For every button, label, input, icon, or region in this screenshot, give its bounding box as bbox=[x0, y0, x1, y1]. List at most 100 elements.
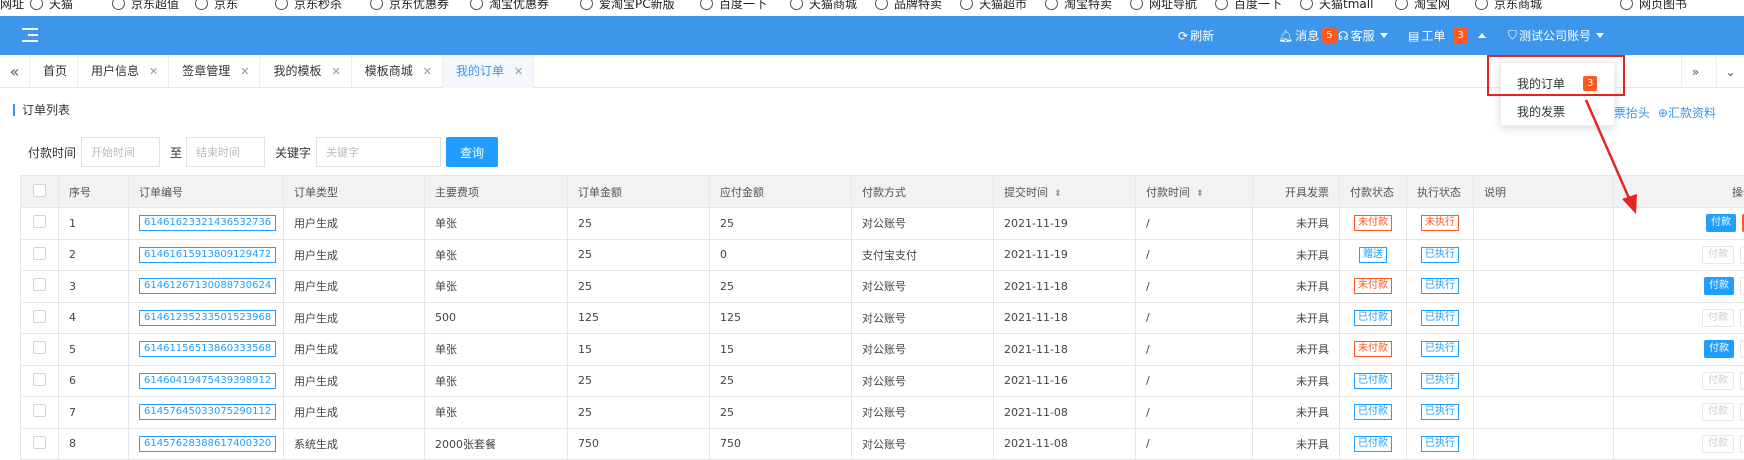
bookmark-item[interactable]: 淘宝特卖 bbox=[1045, 0, 1112, 12]
checkbox[interactable] bbox=[33, 436, 46, 449]
order-number-link[interactable]: 61461623321436532736 bbox=[139, 215, 276, 231]
row-checkbox[interactable] bbox=[21, 397, 59, 429]
close-icon[interactable]: ✕ bbox=[332, 55, 341, 88]
bookmark-item[interactable]: 百度一下 bbox=[700, 0, 767, 12]
cell-payable: 25 bbox=[710, 365, 852, 397]
bookmark-item[interactable]: 淘宝优惠券 bbox=[470, 0, 549, 12]
menu-toggle-icon[interactable] bbox=[22, 28, 38, 42]
order-number-link[interactable]: 61461615913809129472 bbox=[139, 247, 276, 263]
sort-icon[interactable]: ⬍ bbox=[1054, 189, 1062, 199]
row-checkbox[interactable] bbox=[21, 428, 59, 460]
bookmark-label: 品牌特卖 bbox=[894, 0, 942, 12]
globe-icon bbox=[960, 0, 973, 10]
sort-icon[interactable]: ⬍ bbox=[1196, 189, 1204, 199]
cell-exec-status: 已执行 bbox=[1407, 239, 1474, 271]
bookmark-item[interactable]: 网址 bbox=[0, 0, 24, 12]
tab-2[interactable]: 用户信息✕ bbox=[78, 55, 169, 88]
cell-type: 系统生成 bbox=[284, 428, 425, 460]
tabs-scroll-right-icon[interactable]: » bbox=[1681, 55, 1709, 88]
bookmark-label: 网址 bbox=[0, 0, 24, 12]
tabs-menu-icon[interactable]: ⌄ bbox=[1716, 55, 1744, 88]
close-icon[interactable]: ✕ bbox=[240, 55, 249, 88]
order-number-link[interactable]: 61457645033075290112 bbox=[139, 404, 276, 420]
checkbox[interactable] bbox=[33, 310, 46, 323]
cell-actions: 付款移除 bbox=[1614, 397, 1744, 429]
my-invoices-menu-item[interactable]: 我的发票 bbox=[1517, 103, 1565, 120]
bookmark-item[interactable]: 京东超值 bbox=[112, 0, 179, 12]
cell-no: 1 bbox=[59, 208, 129, 240]
bookmark-item[interactable]: 网页图书 bbox=[1620, 0, 1687, 12]
close-icon[interactable]: ✕ bbox=[423, 55, 432, 88]
cell-pay-status: 未付款 bbox=[1340, 271, 1407, 303]
pay-button[interactable]: 付款 bbox=[1704, 340, 1734, 358]
remit-info-link[interactable]: ⊕汇款资料 bbox=[1658, 104, 1716, 121]
exec-status-badge: 未执行 bbox=[1421, 215, 1459, 231]
bookmark-item[interactable]: 网址导航 bbox=[1130, 0, 1197, 12]
bookmark-item[interactable]: 爱淘宝PC新版 bbox=[580, 0, 675, 12]
row-checkbox[interactable] bbox=[21, 208, 59, 240]
bookmark-item[interactable]: 天猫商城 bbox=[790, 0, 857, 12]
cell-item: 2000张套餐 bbox=[425, 428, 568, 460]
work-order-button[interactable]: ▤ 工单 3 bbox=[1408, 16, 1486, 55]
bookmark-item[interactable]: 天猫 bbox=[30, 0, 73, 12]
delete-button: 移除 bbox=[1740, 340, 1744, 358]
checkbox[interactable] bbox=[33, 215, 46, 228]
pay-button[interactable]: 付款 bbox=[1706, 214, 1736, 232]
row-checkbox[interactable] bbox=[21, 302, 59, 334]
cell-item: 单张 bbox=[425, 334, 568, 366]
checkbox[interactable] bbox=[33, 278, 46, 291]
order-number-link[interactable]: 61457628388617400320 bbox=[139, 436, 276, 452]
bookmark-item[interactable]: 天猫超市 bbox=[960, 0, 1027, 12]
column-header-label: 开具发票 bbox=[1285, 186, 1329, 199]
bookmark-item[interactable]: 京东 bbox=[195, 0, 238, 12]
tab-1[interactable]: 首页 bbox=[30, 55, 78, 88]
pay-status-badge: 未付款 bbox=[1354, 215, 1392, 231]
cell-actions: 付款移除 bbox=[1614, 428, 1744, 460]
row-checkbox[interactable] bbox=[21, 334, 59, 366]
query-button[interactable]: 查询 bbox=[446, 137, 498, 167]
tab-5[interactable]: 模板商城✕ bbox=[352, 55, 443, 88]
column-header-label: 付款状态 bbox=[1350, 186, 1394, 199]
order-number-link[interactable]: 61461156513860333568 bbox=[139, 341, 276, 357]
tab-6[interactable]: 我的订单✕ bbox=[443, 55, 534, 88]
pay-button[interactable]: 付款 bbox=[1704, 277, 1734, 295]
tab-4[interactable]: 我的模板✕ bbox=[260, 55, 351, 88]
tab-3[interactable]: 签章管理✕ bbox=[169, 55, 260, 88]
start-time-input[interactable] bbox=[81, 137, 160, 167]
checkbox[interactable] bbox=[33, 341, 46, 354]
shield-icon: ⛉ bbox=[1508, 28, 1517, 43]
checkbox[interactable] bbox=[33, 247, 46, 260]
bookmark-item[interactable]: 京东优惠券 bbox=[370, 0, 449, 12]
row-checkbox[interactable] bbox=[21, 271, 59, 303]
row-checkbox[interactable] bbox=[21, 239, 59, 271]
cell-paytime: / bbox=[1136, 334, 1253, 366]
cell-method: 对公账号 bbox=[852, 302, 994, 334]
bookmark-item[interactable]: 品牌特卖 bbox=[875, 0, 942, 12]
messages-button[interactable]: 🔔︎ 消息 5 bbox=[1278, 16, 1337, 55]
bookmark-item[interactable]: 百度一下 bbox=[1215, 0, 1282, 12]
row-checkbox[interactable] bbox=[21, 365, 59, 397]
keyword-input[interactable] bbox=[316, 137, 441, 167]
bookmark-item[interactable]: 天猫tmall bbox=[1300, 0, 1373, 12]
tab-label: 首页 bbox=[43, 55, 67, 88]
tabs-scroll-left-icon[interactable]: « bbox=[0, 55, 30, 88]
cell-paytime: / bbox=[1136, 271, 1253, 303]
service-button[interactable]: ☊ 客服 bbox=[1338, 16, 1388, 55]
cell-item: 500 bbox=[425, 302, 568, 334]
close-icon[interactable]: ✕ bbox=[514, 55, 523, 88]
bookmark-label: 天猫超市 bbox=[979, 0, 1027, 12]
order-number-link[interactable]: 61461267130088730624 bbox=[139, 278, 276, 294]
refresh-button[interactable]: ⟳ 刷新 bbox=[1178, 16, 1214, 55]
checkbox[interactable] bbox=[33, 404, 46, 417]
bookmark-item[interactable]: 京东商城 bbox=[1475, 0, 1542, 12]
order-number-link[interactable]: 61461235233501523968 bbox=[139, 310, 276, 326]
select-all-checkbox[interactable] bbox=[21, 176, 59, 208]
end-time-input[interactable] bbox=[186, 137, 265, 167]
bookmark-item[interactable]: 淘宝网 bbox=[1395, 0, 1450, 12]
cell-exec-status: 已执行 bbox=[1407, 271, 1474, 303]
account-menu[interactable]: ⛉ 测试公司账号 bbox=[1508, 16, 1604, 55]
order-number-link[interactable]: 61460419475439398912 bbox=[139, 373, 276, 389]
checkbox[interactable] bbox=[33, 373, 46, 386]
close-icon[interactable]: ✕ bbox=[149, 55, 158, 88]
bookmark-item[interactable]: 京东秒杀 bbox=[275, 0, 342, 12]
